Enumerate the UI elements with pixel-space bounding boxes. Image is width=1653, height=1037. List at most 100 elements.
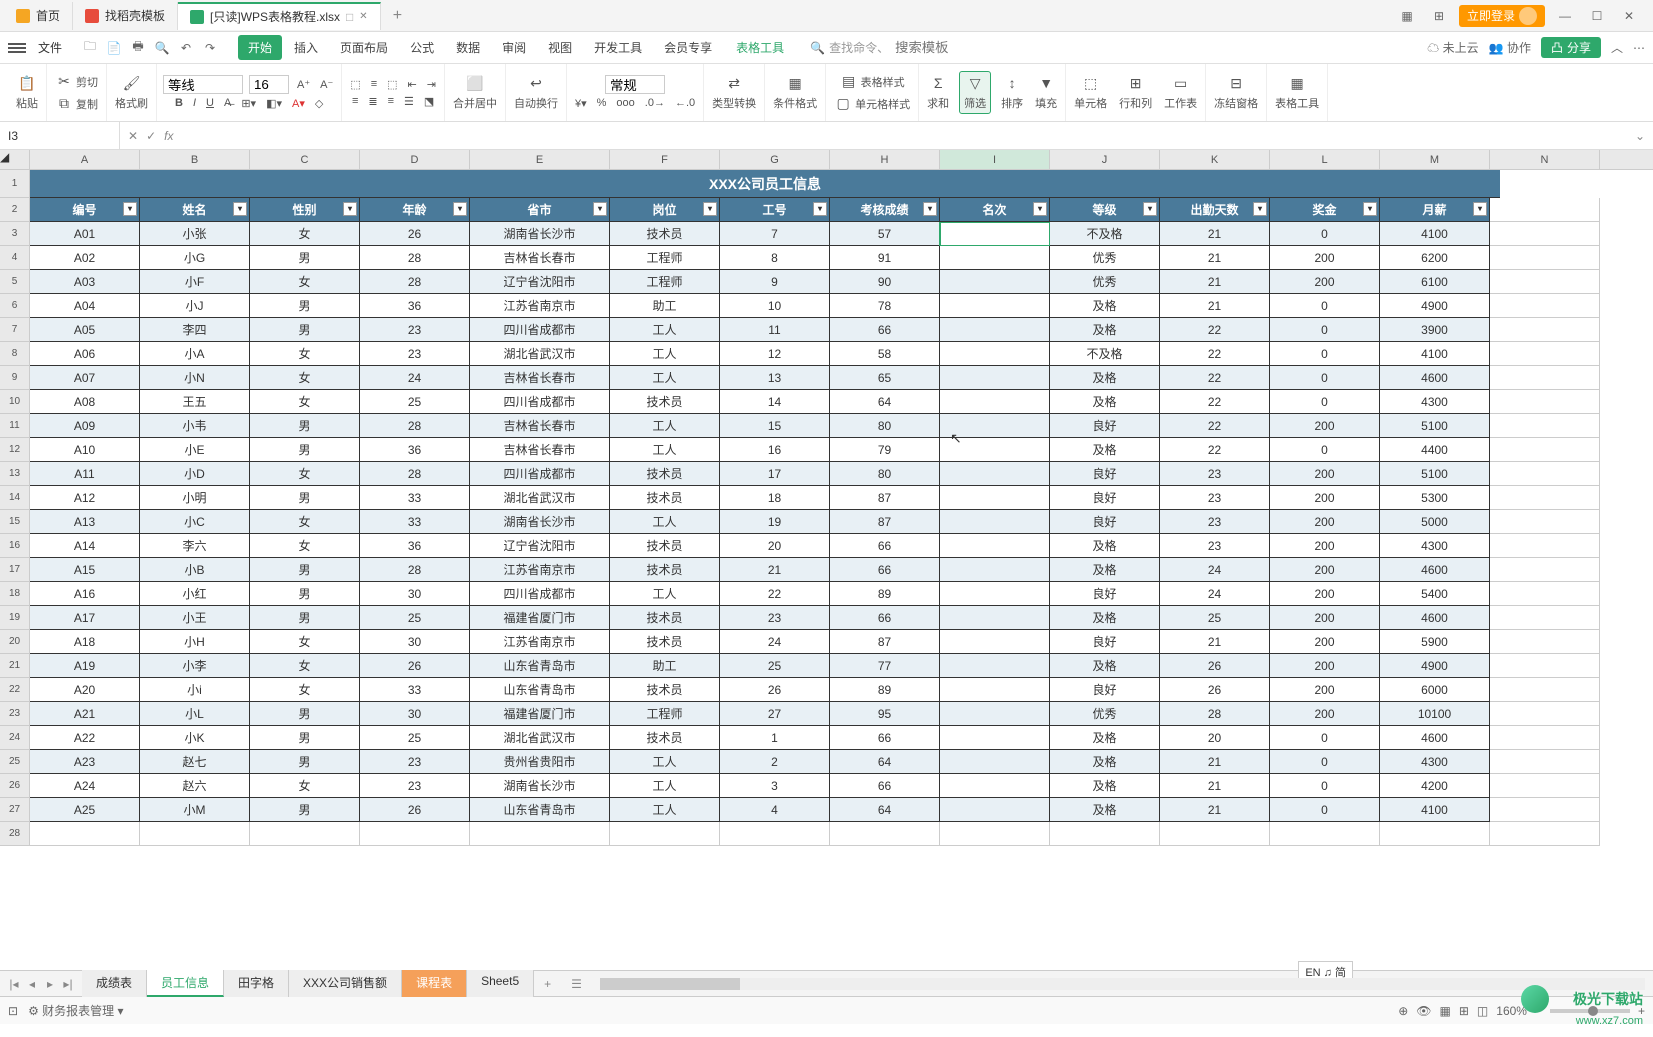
indent-dec-icon[interactable]: ⇤: [406, 77, 419, 92]
cell[interactable]: A02: [30, 246, 140, 270]
rowcol-button[interactable]: ⊞行和列: [1117, 73, 1154, 112]
share-button[interactable]: 凸 分享: [1541, 37, 1601, 58]
cell[interactable]: 及格: [1050, 318, 1160, 342]
cell[interactable]: 5300: [1380, 486, 1490, 510]
sheet-tab-0[interactable]: 成绩表: [82, 970, 147, 997]
cell[interactable]: [940, 582, 1050, 606]
cell[interactable]: 26: [360, 798, 470, 822]
cell[interactable]: 小E: [140, 438, 250, 462]
cell[interactable]: 8: [720, 246, 830, 270]
row-header-14[interactable]: 14: [0, 486, 30, 510]
align-bot-icon[interactable]: ⬚: [385, 77, 399, 92]
sum-button[interactable]: Σ求和: [925, 73, 951, 112]
cell[interactable]: 4400: [1380, 438, 1490, 462]
cell[interactable]: [940, 246, 1050, 270]
cell[interactable]: 89: [830, 582, 940, 606]
cell[interactable]: 辽宁省沈阳市: [470, 270, 610, 294]
cell[interactable]: 及格: [1050, 606, 1160, 630]
preview-icon[interactable]: 🔍: [154, 40, 170, 56]
cell[interactable]: 23: [1160, 510, 1270, 534]
cell[interactable]: 4900: [1380, 654, 1490, 678]
cell[interactable]: 技术员: [610, 390, 720, 414]
cell[interactable]: 200: [1270, 486, 1380, 510]
cell[interactable]: [940, 486, 1050, 510]
cell[interactable]: 及格: [1050, 750, 1160, 774]
table-row[interactable]: A04小J男36江苏省南京市助工1078及格2104900: [30, 294, 1653, 318]
cell[interactable]: 0: [1270, 366, 1380, 390]
cell[interactable]: [940, 606, 1050, 630]
cell[interactable]: 小李: [140, 654, 250, 678]
cell[interactable]: 22: [1160, 438, 1270, 462]
cell[interactable]: 4100: [1380, 222, 1490, 246]
cell[interactable]: 58: [830, 342, 940, 366]
cell[interactable]: 23: [360, 774, 470, 798]
table-header-9[interactable]: 等级▾: [1050, 198, 1160, 222]
filter-dropdown-icon[interactable]: ▾: [1363, 202, 1377, 216]
cell[interactable]: 36: [360, 534, 470, 558]
cell[interactable]: [940, 390, 1050, 414]
cell[interactable]: 10100: [1380, 702, 1490, 726]
cell[interactable]: 66: [830, 726, 940, 750]
row-header-5[interactable]: 5: [0, 270, 30, 294]
cell[interactable]: 技术员: [610, 630, 720, 654]
cell[interactable]: 男: [250, 438, 360, 462]
cell[interactable]: 男: [250, 246, 360, 270]
justify-icon[interactable]: ☰: [402, 94, 416, 109]
row-header-11[interactable]: 11: [0, 414, 30, 438]
cell[interactable]: 工人: [610, 342, 720, 366]
cell[interactable]: 21: [1160, 774, 1270, 798]
number-format-select[interactable]: [605, 75, 665, 94]
cell[interactable]: A24: [30, 774, 140, 798]
col-header-H[interactable]: H: [830, 150, 940, 169]
window-tab-2[interactable]: [只读]WPS表格教程.xlsx□✕: [178, 2, 381, 30]
cell-style-button[interactable]: ▢单元格样式: [832, 94, 912, 114]
cell[interactable]: 22: [1160, 318, 1270, 342]
cell[interactable]: 李六: [140, 534, 250, 558]
row-header-7[interactable]: 7: [0, 318, 30, 342]
cell[interactable]: 不及格: [1050, 222, 1160, 246]
menu-tab-5[interactable]: 审阅: [492, 35, 536, 60]
select-all-corner[interactable]: ◢: [0, 150, 30, 169]
cell[interactable]: 良好: [1050, 510, 1160, 534]
more-icon[interactable]: ⋯: [1633, 41, 1645, 55]
table-header-3[interactable]: 年龄▾: [360, 198, 470, 222]
table-header-12[interactable]: 月薪▾: [1380, 198, 1490, 222]
row-header-20[interactable]: 20: [0, 630, 30, 654]
cell[interactable]: 男: [250, 582, 360, 606]
horizontal-scrollbar[interactable]: [600, 978, 1645, 990]
cell[interactable]: 5900: [1380, 630, 1490, 654]
cell[interactable]: 20: [720, 534, 830, 558]
cell[interactable]: 小C: [140, 510, 250, 534]
filter-dropdown-icon[interactable]: ▾: [813, 202, 827, 216]
row-header-17[interactable]: 17: [0, 558, 30, 582]
cell[interactable]: 男: [250, 726, 360, 750]
table-header-4[interactable]: 省市▾: [470, 198, 610, 222]
cell[interactable]: [940, 798, 1050, 822]
cell[interactable]: A15: [30, 558, 140, 582]
cell[interactable]: 及格: [1050, 798, 1160, 822]
table-row[interactable]: A07小N女24吉林省长春市工人1365及格2204600: [30, 366, 1653, 390]
cell[interactable]: 30: [360, 630, 470, 654]
cell[interactable]: A25: [30, 798, 140, 822]
cell[interactable]: 22: [720, 582, 830, 606]
menu-tab-1[interactable]: 插入: [284, 35, 328, 60]
cell[interactable]: [940, 222, 1050, 246]
cell[interactable]: [940, 342, 1050, 366]
col-header-F[interactable]: F: [610, 150, 720, 169]
table-row[interactable]: [30, 822, 1653, 846]
cell[interactable]: 及格: [1050, 366, 1160, 390]
table-row[interactable]: A22小K男25湖北省武汉市技术员166及格2004600: [30, 726, 1653, 750]
filter-dropdown-icon[interactable]: ▾: [1033, 202, 1047, 216]
menu-tab-7[interactable]: 开发工具: [584, 35, 652, 60]
cell[interactable]: 工程师: [610, 702, 720, 726]
cell[interactable]: 辽宁省沈阳市: [470, 534, 610, 558]
col-header-N[interactable]: N: [1490, 150, 1600, 169]
cell[interactable]: 良好: [1050, 414, 1160, 438]
cell[interactable]: 200: [1270, 246, 1380, 270]
cell[interactable]: 5100: [1380, 414, 1490, 438]
cell[interactable]: 30: [360, 582, 470, 606]
cell[interactable]: 工人: [610, 366, 720, 390]
cell[interactable]: 小N: [140, 366, 250, 390]
cell-button[interactable]: ⬚单元格: [1072, 73, 1109, 112]
cell[interactable]: 小L: [140, 702, 250, 726]
